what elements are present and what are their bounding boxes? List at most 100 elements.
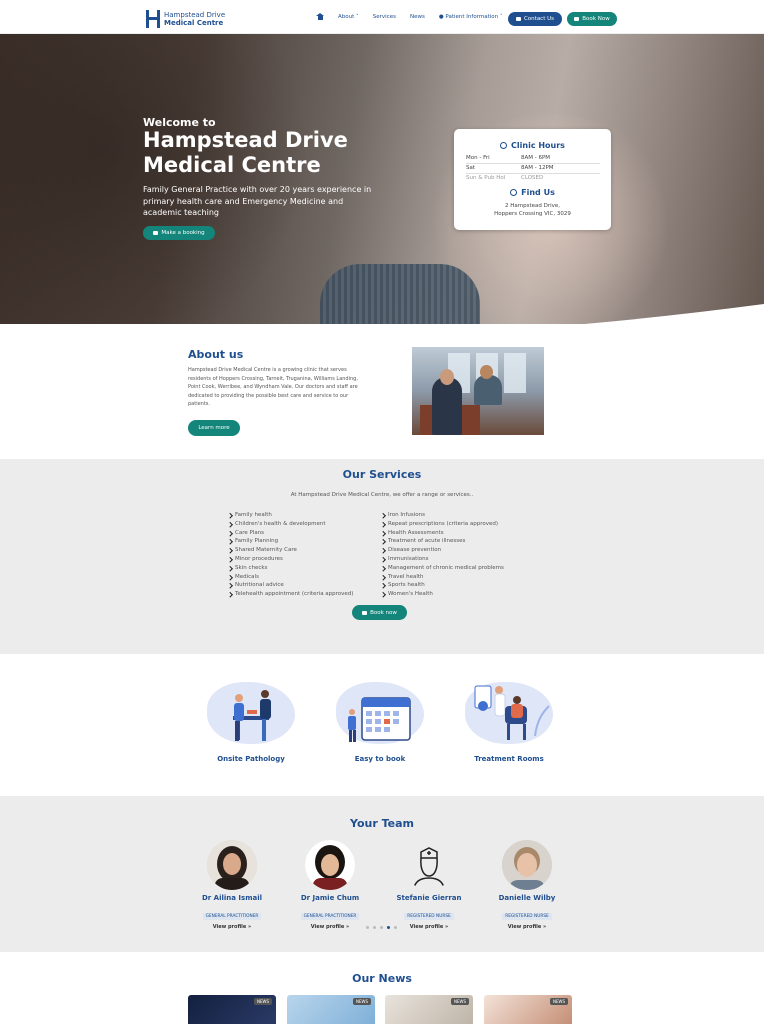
news-badge: NEWS	[352, 998, 371, 1005]
nav-services[interactable]: Services	[373, 14, 396, 20]
feature-easy-to-book[interactable]: Easy to book	[330, 676, 430, 763]
feature-treatment-rooms[interactable]: Treatment Rooms	[459, 676, 559, 763]
calendar-icon	[574, 17, 580, 21]
treatment-room-illustration	[465, 676, 553, 746]
pathology-illustration	[207, 676, 295, 746]
hero-title: Hampstead Drive Medical Centre	[143, 128, 348, 177]
address-line2: Hoppers Crossing VIC, 3029	[494, 211, 571, 217]
feature-label: Easy to book	[354, 755, 406, 763]
member-name: Dr Ailina Ismail	[201, 894, 263, 902]
news-badge: NEWS	[450, 998, 469, 1005]
team-member-card: Stefanie Gierran REGISTERED NURSE View p…	[379, 840, 479, 930]
make-booking-button[interactable]: Make a booking	[143, 226, 215, 240]
news-card[interactable]: NEWS	[385, 995, 473, 1024]
carousel-dot[interactable]	[373, 926, 376, 929]
services-section: Our Services At Hampstead Drive Medical …	[0, 459, 764, 654]
news-badge: NEWS	[549, 998, 568, 1005]
nav-patient-information[interactable]: ● Patient Information ˅	[439, 14, 503, 20]
hours-row: Mon - Fri 8AM - 6PM	[466, 155, 600, 164]
list-item: Travel health	[380, 573, 504, 582]
list-item: Care Plans	[227, 529, 353, 538]
calendar-illustration	[336, 676, 424, 746]
avatar	[502, 840, 552, 890]
member-name: Stefanie Gierran	[396, 894, 462, 902]
carousel-dots	[366, 926, 397, 929]
list-item: Health Assessments	[380, 529, 504, 538]
site-header: Hampstead Drive Medical Centre About ˅ S…	[0, 0, 764, 34]
list-item: Iron Infusions	[380, 511, 504, 520]
list-item: Shared Maternity Care	[227, 546, 353, 555]
hero-wave	[0, 304, 764, 324]
find-us-title: Find Us	[454, 188, 611, 197]
member-role: REGISTERED NURSE	[502, 913, 552, 920]
logo-line2: Medical Centre	[164, 19, 224, 27]
list-item: Minor procedures	[227, 555, 353, 564]
clinic-hours-title: Clinic Hours	[454, 141, 611, 150]
list-item: Family health	[227, 511, 353, 520]
list-item: Treatment of acute illnesses	[380, 537, 504, 546]
list-item: Disease prevention	[380, 546, 504, 555]
carousel-dot[interactable]	[380, 926, 383, 929]
list-item: Repeat prescriptions (criteria approved)	[380, 520, 504, 529]
book-now-button[interactable]: Book Now	[567, 12, 617, 26]
carousel-dot-active[interactable]	[387, 926, 390, 929]
member-name: Danielle Wilby	[498, 894, 556, 902]
services-list-right: Iron Infusions Repeat prescriptions (cri…	[380, 511, 504, 599]
list-item: Immunisations	[380, 555, 504, 564]
services-intro: At Hampstead Drive Medical Centre, we of…	[290, 492, 474, 498]
news-card[interactable]: NEWS	[287, 995, 375, 1024]
contact-us-button[interactable]: Contact Us	[508, 12, 562, 26]
team-member-card: Dr Jamie Chum GENERAL PRACTITIONER View …	[280, 840, 380, 930]
address-line1: 2 Hampstead Drive,	[504, 203, 561, 209]
feature-onsite-pathology[interactable]: Onsite Pathology	[201, 676, 301, 763]
envelope-icon	[515, 17, 521, 21]
member-role: GENERAL PRACTITIONER	[202, 913, 262, 920]
list-item: Nutritional advice	[227, 581, 353, 590]
nurse-icon	[404, 840, 454, 890]
view-profile-link[interactable]: View profile »	[182, 924, 282, 930]
logo-h-icon	[146, 10, 160, 28]
avatar	[305, 840, 355, 890]
learn-more-button[interactable]: Learn more	[188, 420, 240, 436]
team-member-card: Danielle Wilby REGISTERED NURSE View pro…	[477, 840, 577, 930]
team-section: Your Team Dr Ailina Ismail GENERAL PRACT…	[0, 796, 764, 952]
list-item: Sports health	[380, 581, 504, 590]
news-card[interactable]: NEWS	[188, 995, 276, 1024]
location-icon	[510, 189, 518, 196]
about-photo	[412, 347, 544, 435]
list-item: Women's Health	[380, 590, 504, 599]
book-now-services-button[interactable]: Book now	[352, 605, 407, 620]
hero-subtitle: Family General Practice with over 20 yea…	[143, 185, 372, 217]
team-member-card: Dr Ailina Ismail GENERAL PRACTITIONER Vi…	[182, 840, 282, 930]
main-nav: About ˅ Services News ● Patient Informat…	[316, 13, 503, 20]
home-icon[interactable]	[316, 13, 324, 20]
view-profile-link[interactable]: View profile »	[280, 924, 380, 930]
nav-about[interactable]: About ˅	[338, 14, 359, 20]
member-role: GENERAL PRACTITIONER	[300, 913, 360, 920]
nav-news[interactable]: News	[410, 14, 425, 20]
feature-label: Treatment Rooms	[474, 755, 544, 763]
member-role: REGISTERED NURSE	[404, 913, 454, 920]
services-title: Our Services	[342, 468, 422, 481]
carousel-dot[interactable]	[366, 926, 369, 929]
list-item: Family Planning	[227, 537, 353, 546]
feature-label: Onsite Pathology	[217, 755, 285, 763]
carousel-dot[interactable]	[394, 926, 397, 929]
services-list-left: Family health Children's health & develo…	[227, 511, 353, 599]
list-item: Skin checks	[227, 564, 353, 573]
site-logo[interactable]: Hampstead Drive Medical Centre	[146, 10, 225, 28]
news-card[interactable]: NEWS	[484, 995, 572, 1024]
about-title: About us	[188, 348, 244, 361]
hero-banner	[0, 34, 764, 324]
member-name: Dr Jamie Chum	[300, 894, 360, 902]
about-text: Hampstead Drive Medical Centre is a grow…	[188, 367, 358, 408]
hours-row: Sun & Pub Hol CLOSED	[466, 175, 544, 181]
avatar	[207, 840, 257, 890]
list-item: Children's health & development	[227, 520, 353, 529]
team-title: Your Team	[350, 817, 414, 830]
view-profile-link[interactable]: View profile »	[477, 924, 577, 930]
calendar-icon	[153, 231, 159, 235]
list-item: Telehealth appointment (criteria approve…	[227, 590, 353, 599]
list-item: Management of chronic medical problems	[380, 564, 504, 573]
clinic-info-card: Clinic Hours Mon - Fri 8AM - 6PM Sat 8AM -…	[454, 129, 611, 230]
